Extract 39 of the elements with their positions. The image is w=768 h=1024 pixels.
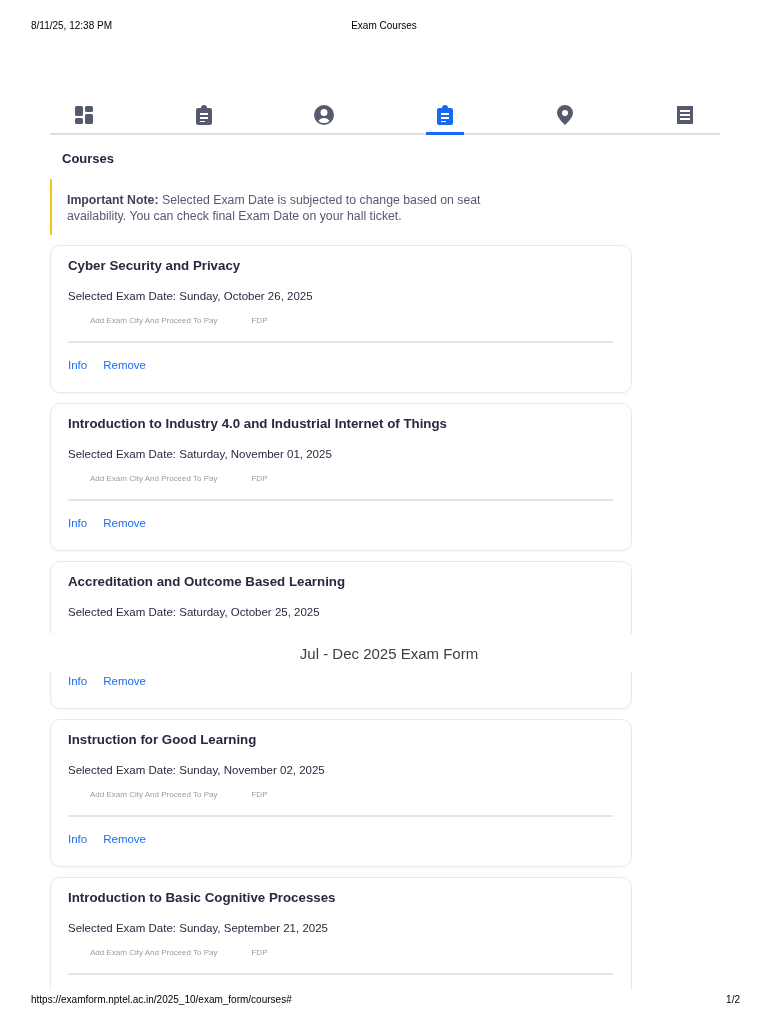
print-date: 8/11/25, 12:38 PM [31,20,112,31]
status-text: Add Exam City And Proceed To Pay [90,316,218,327]
exam-date: Selected Exam Date: Sunday, November 02, 2025 [68,764,326,776]
status-text: Add Exam City And Proceed To Pay [90,948,218,959]
exam-date: Selected Exam Date: Saturday, November 01, 2025 [68,448,333,460]
info-link[interactable]: Info [68,833,88,845]
important-note: Important Note: Selected Exam Date is subjected to change based on seat availability. You can check final Exam Date on your hall ticket. [50,179,507,235]
exam-date: Selected Exam Date: Saturday, October 25, 2025 [68,606,321,618]
status-text: Add Exam City And Proceed To Pay [90,474,218,485]
dashboard-icon [74,104,94,125]
section-heading: Courses [62,151,116,166]
course-title: Introduction to Basic Cognitive Processes [68,890,337,905]
remove-link[interactable]: Remove [103,675,146,687]
remove-link[interactable]: Remove [103,517,146,529]
print-url: https://examform.nptel.ac.in/2025_10/exam_form/courses# [31,994,292,1005]
category-text: FDP [251,474,268,485]
exam-date: Selected Exam Date: Sunday, October 26, 2025 [68,290,314,302]
account-icon [314,104,335,125]
course-title: Instruction for Good Learning [68,732,258,747]
info-link[interactable]: Info [68,517,88,529]
remove-link[interactable]: Remove [103,833,146,845]
clipboard-icon [435,104,454,125]
course-title: Introduction to Industry 4.0 and Industrial Internet of Things [68,416,448,431]
location-pin-icon [556,104,573,125]
remove-link[interactable]: Remove [103,359,146,371]
form-title: Jul - Dec 2025 Exam Form [299,644,479,662]
exam-date: Selected Exam Date: Sunday, September 21, 2025 [68,922,329,934]
list-icon [675,104,694,125]
course-title: Cyber Security and Privacy [68,258,242,273]
status-text: Add Exam City And Proceed To Pay [90,790,218,801]
clipboard-icon [195,104,214,125]
info-link[interactable]: Info [68,359,88,371]
category-text: FDP [251,316,268,327]
info-link[interactable]: Info [68,675,88,687]
category-text: FDP [251,948,268,959]
print-title: Exam Courses [351,20,417,31]
page-number: 1/2 [726,994,740,1005]
category-text: FDP [251,790,268,801]
course-title: Accreditation and Outcome Based Learning [68,574,347,589]
